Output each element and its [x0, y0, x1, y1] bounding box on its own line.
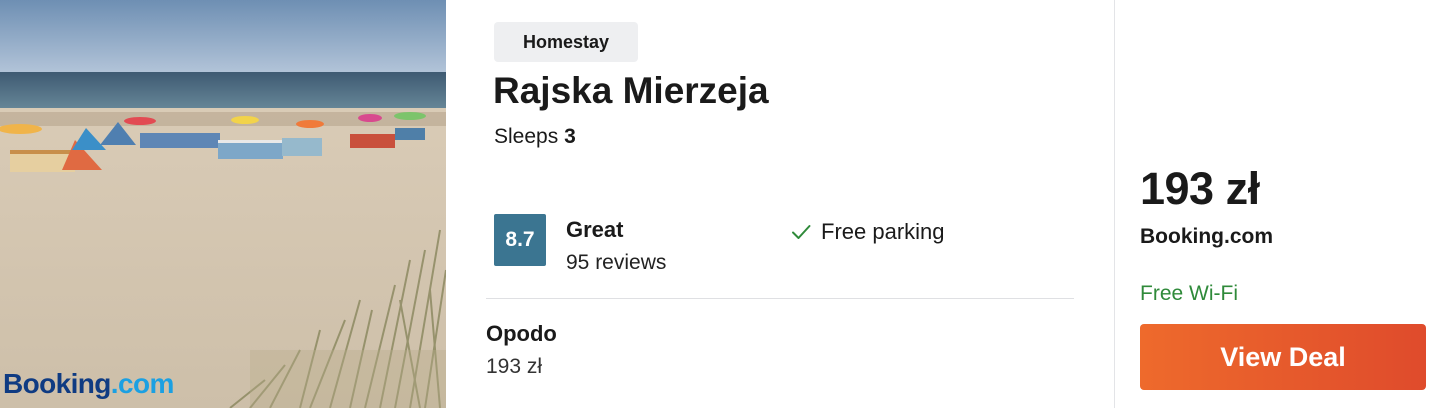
amenity-free-parking: Free parking [790, 219, 945, 245]
check-icon [792, 225, 811, 239]
hotel-photo[interactable]: Booking.com [0, 0, 446, 408]
section-divider [486, 298, 1074, 299]
watermark-text-primary: Booking [3, 368, 111, 399]
alt-offer-price[interactable]: 193 zł [486, 354, 542, 380]
beach-photo-image [0, 0, 446, 408]
deal-provider: Booking.com [1140, 225, 1274, 248]
sleeps-label: Sleeps [494, 125, 559, 148]
deal-price: 193 zł [1140, 163, 1260, 214]
amenity-label: Free parking [821, 219, 945, 244]
property-type-badge: Homestay [494, 22, 638, 62]
sleeps-info: Sleeps 3 [494, 124, 576, 150]
hotel-name-link[interactable]: Rajska Mierzeja [493, 68, 769, 114]
booking-watermark: Booking.com [3, 370, 174, 398]
review-count-link[interactable]: 95 reviews [566, 250, 666, 276]
alt-offer-provider[interactable]: Opodo [486, 321, 557, 347]
rating-score-badge[interactable]: 8.7 [494, 214, 546, 266]
watermark-text-secondary: .com [110, 368, 175, 399]
deal-perk-free-wifi: Free Wi-Fi [1140, 282, 1238, 305]
sleeps-count: 3 [564, 125, 576, 148]
column-divider [1114, 0, 1115, 408]
rating-label: Great [566, 217, 624, 242]
hotel-result-card[interactable]: Booking.com Homestay Rajska Mierzeja Sle… [0, 0, 1442, 408]
view-deal-button[interactable]: View Deal [1140, 324, 1426, 390]
